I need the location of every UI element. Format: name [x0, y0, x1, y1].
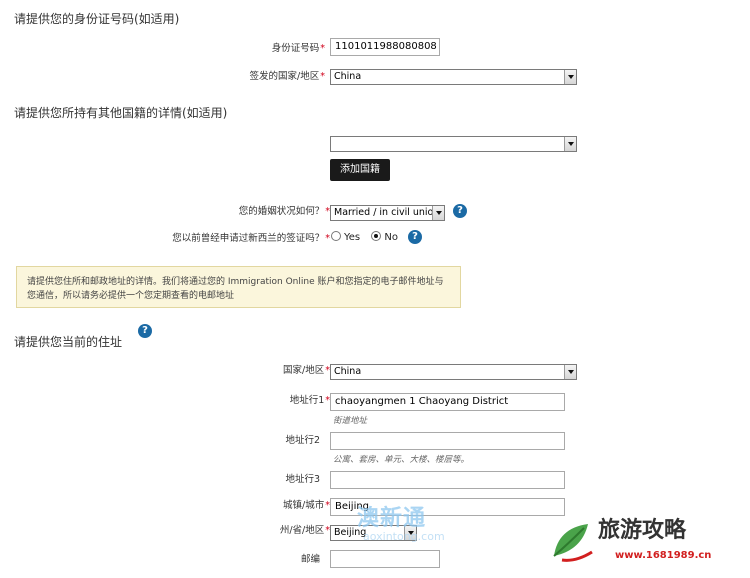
- add-nationality-button[interactable]: 添加国籍: [330, 159, 390, 181]
- address-line1-label: 地址行1*: [289, 395, 330, 406]
- brand-watermark: 旅游攻略: [598, 518, 687, 543]
- center-watermark: 澳新通: [357, 506, 427, 531]
- id-number-label: 身份证号码*: [271, 43, 325, 54]
- chevron-down-icon: [432, 206, 444, 220]
- id-country-select[interactable]: China: [330, 69, 577, 85]
- visa-no-option[interactable]: No: [371, 231, 398, 243]
- address-line3-label: 地址行3: [285, 474, 320, 485]
- marital-status-select[interactable]: Married / in civil union: [330, 205, 445, 221]
- leaf-logo-icon: [548, 516, 598, 566]
- address-line1-input[interactable]: chaoyangmen 1 Chaoyang District: [330, 393, 565, 411]
- id-number-input[interactable]: 1101011988080808 8X: [330, 38, 440, 56]
- marital-status-label: 您的婚姻状况如何？*: [238, 206, 330, 217]
- help-icon[interactable]: ?: [138, 324, 152, 338]
- id-section-title: 请提供您的身份证号码(如适用): [14, 12, 180, 26]
- chevron-down-icon: [564, 70, 576, 84]
- previous-visa-options: Yes No: [331, 231, 398, 243]
- address-line3-input[interactable]: [330, 471, 565, 489]
- previous-visa-label: 您以前曾经申请过新西兰的签证吗？*: [172, 233, 330, 244]
- postcode-label: 邮编: [300, 554, 320, 565]
- nationality-section-title: 请提供您所持有其他国籍的详情(如适用): [14, 106, 228, 120]
- chevron-down-icon: [564, 137, 576, 151]
- address-country-label: 国家/地区*: [283, 365, 330, 376]
- radio-icon: [331, 231, 341, 241]
- help-icon[interactable]: ?: [408, 230, 422, 244]
- chevron-down-icon: [564, 365, 576, 379]
- address-country-select[interactable]: China: [330, 364, 577, 380]
- id-country-label: 签发的国家/地区*: [249, 71, 325, 82]
- help-icon[interactable]: ?: [453, 204, 467, 218]
- address-line2-label: 地址行2: [285, 435, 320, 446]
- postcode-input[interactable]: [330, 550, 440, 568]
- city-label: 城镇/城市*: [283, 500, 330, 511]
- nationality-select[interactable]: [330, 136, 577, 152]
- address-notice: 请提供您住所和邮政地址的详情。我们将通过您的 Immigration Onlin…: [16, 266, 461, 308]
- address-section-title: 请提供您当前的住址: [14, 335, 123, 349]
- address-line1-hint: 街道地址: [333, 416, 368, 426]
- visa-yes-option[interactable]: Yes: [331, 231, 360, 243]
- address-line2-input[interactable]: [330, 432, 565, 450]
- radio-selected-icon: [371, 231, 382, 241]
- center-watermark-sub: aoxintong.com: [363, 530, 445, 543]
- brand-watermark-url: www.1681989.cn: [615, 550, 712, 561]
- state-label: 州/省/地区*: [279, 525, 330, 536]
- address-line2-hint: 公寓、套房、单元、大楼、楼层等。: [333, 455, 470, 465]
